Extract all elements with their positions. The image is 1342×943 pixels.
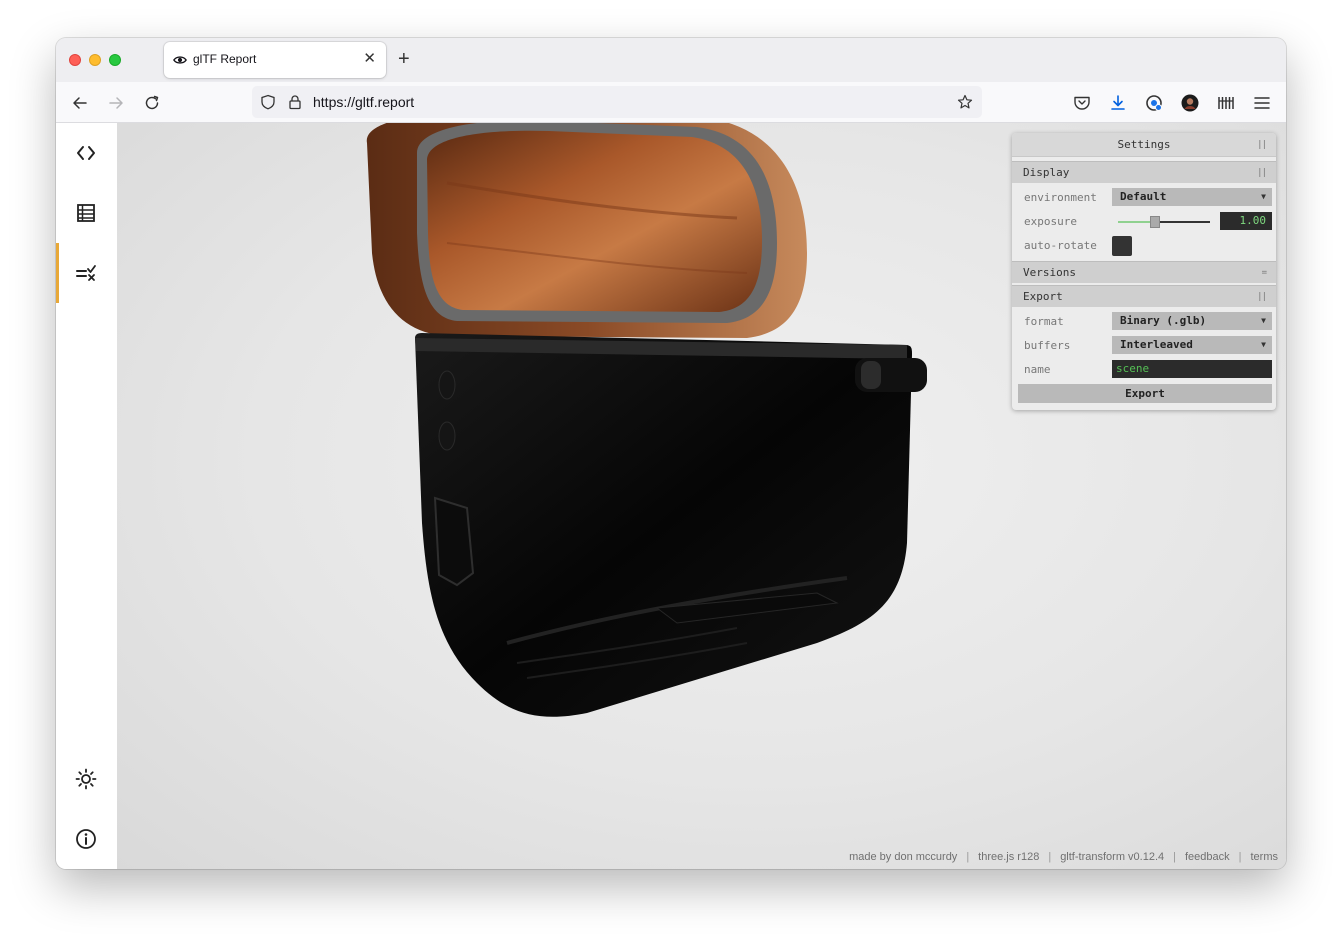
footer-separator: | [1173,851,1176,863]
sidebar-item-theme[interactable] [56,749,117,809]
exposure-slider-handle[interactable] [1150,216,1160,228]
folder-display-label: Display [1023,166,1070,179]
environment-select[interactable]: Default ▼ [1112,188,1272,206]
app-content: Settings || Display || environment Defau… [56,123,1286,869]
sidebar [56,123,117,869]
sun-icon [75,768,97,790]
library-icon[interactable] [1216,93,1236,113]
footer-separator: | [966,851,970,863]
caret-down-icon: ▼ [1261,192,1266,201]
tab-close-icon[interactable]: ✕ [363,50,376,68]
sidebar-item-code[interactable] [56,123,117,183]
collapse-icon: || [1257,292,1267,302]
row-export-button: Export [1012,381,1276,405]
folder-versions[interactable]: Versions = [1012,261,1276,283]
3d-viewport[interactable]: Settings || Display || environment Defau… [117,123,1286,869]
drag-handle-icon[interactable]: || [1257,133,1267,157]
eye-icon [173,56,187,64]
footer-feedback-link[interactable]: feedback [1185,851,1230,863]
name-label: name [1024,363,1051,376]
exposure-input[interactable]: 1.00 [1220,212,1272,230]
export-button[interactable]: Export [1018,384,1272,403]
download-icon[interactable] [1108,93,1128,113]
folder-export[interactable]: Export || [1012,285,1276,307]
row-name: name scene [1012,357,1276,381]
footer-author-link[interactable]: made by don mccurdy [849,851,957,863]
table-icon [77,204,95,222]
code-icon [77,146,95,160]
sidebar-item-validation[interactable] [56,243,117,303]
footer-terms-link[interactable]: terms [1251,851,1279,863]
exposure-slider-fill [1118,221,1154,223]
row-auto-rotate: auto-rotate [1012,233,1276,257]
forward-arrow-icon[interactable] [106,93,126,113]
exposure-label: exposure [1024,215,1077,228]
back-arrow-icon[interactable] [70,93,90,113]
avatar-icon[interactable] [1180,93,1200,113]
name-input[interactable]: scene [1112,360,1272,378]
pocket-icon[interactable] [1072,93,1092,113]
buffers-value: Interleaved [1120,338,1193,351]
close-window-button[interactable] [69,54,81,66]
url-text: https://gltf.report [313,94,415,110]
folder-export-label: Export [1023,290,1063,303]
caret-down-icon: ▼ [1261,340,1266,349]
settings-panel: Settings || Display || environment Defau… [1012,133,1276,410]
settings-header[interactable]: Settings || [1012,133,1276,157]
footer-separator: | [1048,851,1052,863]
browser-window: glTF Report ✕ + https://gltf.report Sett… [56,38,1286,869]
navigation-bar: https://gltf.report [56,82,1286,123]
format-value: Binary (.glb) [1120,314,1207,327]
new-tab-button[interactable]: + [398,48,410,70]
minimize-window-button[interactable] [89,54,101,66]
bookmark-star-icon[interactable] [957,94,973,110]
row-format: format Binary (.glb) ▼ [1012,309,1276,333]
checklist-icon [76,265,96,281]
auto-rotate-label: auto-rotate [1024,239,1097,252]
tab-title: glTF Report [193,52,257,66]
sidebar-item-info[interactable] [56,809,117,869]
footer-threejs-link[interactable]: three.js r128 [978,851,1039,863]
url-bar[interactable]: https://gltf.report [252,86,982,118]
tab-bar: glTF Report ✕ + [56,38,1286,82]
maximize-window-button[interactable] [109,54,121,66]
auto-rotate-checkbox[interactable] [1112,236,1132,256]
buffers-select[interactable]: Interleaved ▼ [1112,336,1272,354]
format-label: format [1024,315,1064,328]
row-exposure: exposure 1.00 [1012,209,1276,233]
extension-icon[interactable] [1144,93,1164,113]
environment-value: Default [1120,190,1167,203]
caret-down-icon: ▼ [1261,316,1266,325]
tab-gltf-report[interactable]: glTF Report ✕ [164,42,386,78]
collapse-icon: || [1257,168,1267,178]
folder-versions-label: Versions [1023,266,1076,279]
footer-gltf-transform-link[interactable]: gltf-transform v0.12.4 [1060,851,1164,863]
expand-icon: = [1261,268,1268,278]
lock-icon[interactable] [287,94,303,110]
hamburger-menu-icon[interactable] [1252,93,1272,113]
environment-label: environment [1024,191,1097,204]
sidebar-item-table[interactable] [56,183,117,243]
settings-title: Settings [1117,138,1171,151]
reload-icon[interactable] [142,93,162,113]
row-buffers: buffers Interleaved ▼ [1012,333,1276,357]
footer-credits: made by don mccurdy | three.js r128 | gl… [849,851,1278,863]
shield-icon[interactable] [260,94,276,110]
buffers-label: buffers [1024,339,1071,352]
footer-separator: | [1238,851,1242,863]
info-icon [76,829,96,849]
row-environment: environment Default ▼ [1012,185,1276,209]
format-select[interactable]: Binary (.glb) ▼ [1112,312,1272,330]
folder-display[interactable]: Display || [1012,161,1276,183]
